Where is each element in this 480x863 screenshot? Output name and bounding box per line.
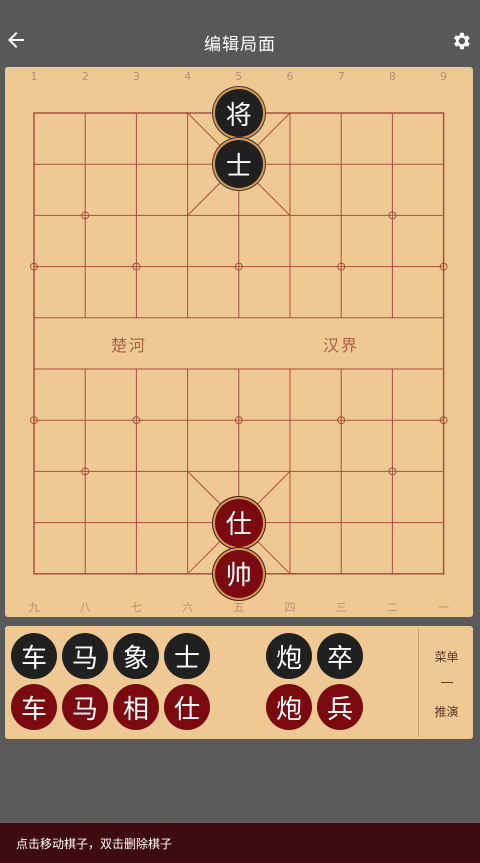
board-piece-red[interactable]: 帅 xyxy=(214,549,263,598)
palette-piece-red[interactable]: 仕 xyxy=(164,684,210,730)
gear-icon xyxy=(454,32,470,50)
menu-button[interactable]: 菜单 xyxy=(420,648,473,665)
top-bar: 编辑局面 xyxy=(0,0,480,66)
palette-piece-black[interactable]: 士 xyxy=(164,633,210,679)
palette-piece-red[interactable]: 车 xyxy=(11,684,57,730)
page-title: 编辑局面 xyxy=(204,35,276,55)
river-label-right: 汉界 xyxy=(323,336,360,355)
palette-piece-black[interactable]: 车 xyxy=(11,633,57,679)
file-number-bottom: 三 xyxy=(335,601,347,614)
palette-piece-red[interactable]: 炮 xyxy=(266,684,312,730)
river-label-left: 楚河 xyxy=(111,336,148,355)
file-number-top: 3 xyxy=(132,70,140,83)
file-number-top: 9 xyxy=(440,70,448,83)
palette-piece-black[interactable]: 象 xyxy=(113,633,159,679)
board-piece-black[interactable]: 士 xyxy=(214,140,263,189)
palette-piece-black[interactable]: 马 xyxy=(62,633,108,679)
palette-piece-black[interactable]: 卒 xyxy=(317,633,363,679)
palette-piece-red[interactable]: 相 xyxy=(113,684,159,730)
status-bar: 点击移动棋子，双击删除棋子 xyxy=(0,823,480,863)
file-number-top: 8 xyxy=(388,70,396,83)
file-number-bottom: 四 xyxy=(284,601,296,614)
file-number-top: 4 xyxy=(184,70,192,83)
chess-board[interactable]: 将士仕帅 1 2 3 4 5 6 7 8 9 九 八 七 六 五 四 三 二 一 楚河 汉界 xyxy=(5,67,473,617)
analyze-button[interactable]: 推演 xyxy=(420,703,473,720)
palette-piece-black[interactable]: 炮 xyxy=(266,633,312,679)
file-number-bottom: 七 xyxy=(130,601,142,614)
file-number-bottom: 九 xyxy=(28,601,40,614)
palette-divider xyxy=(418,628,419,737)
file-number-bottom: 八 xyxy=(79,601,91,614)
board-piece-black[interactable]: 将 xyxy=(214,89,263,137)
file-number-top: 6 xyxy=(286,70,294,83)
file-number-bottom: 一 xyxy=(438,601,450,614)
palette-piece-red[interactable]: 马 xyxy=(62,684,108,730)
file-number-top: 7 xyxy=(337,70,345,83)
palette-piece-red[interactable]: 兵 xyxy=(317,684,363,730)
piece-palette: 车马象士炮卒 车马相仕炮兵 菜单 推演 xyxy=(5,626,473,739)
file-number-bottom: 五 xyxy=(233,601,245,614)
file-number-top: 1 xyxy=(30,70,38,83)
status-hint: 点击移动棋子，双击删除棋子 xyxy=(16,837,173,851)
file-number-top: 2 xyxy=(81,70,89,83)
file-number-bottom: 二 xyxy=(386,601,398,614)
menu-separator xyxy=(441,682,453,683)
file-number-top: 5 xyxy=(235,70,243,83)
file-number-bottom: 六 xyxy=(182,601,194,614)
settings-button[interactable] xyxy=(450,30,472,52)
board-piece-red[interactable]: 仕 xyxy=(214,498,263,547)
